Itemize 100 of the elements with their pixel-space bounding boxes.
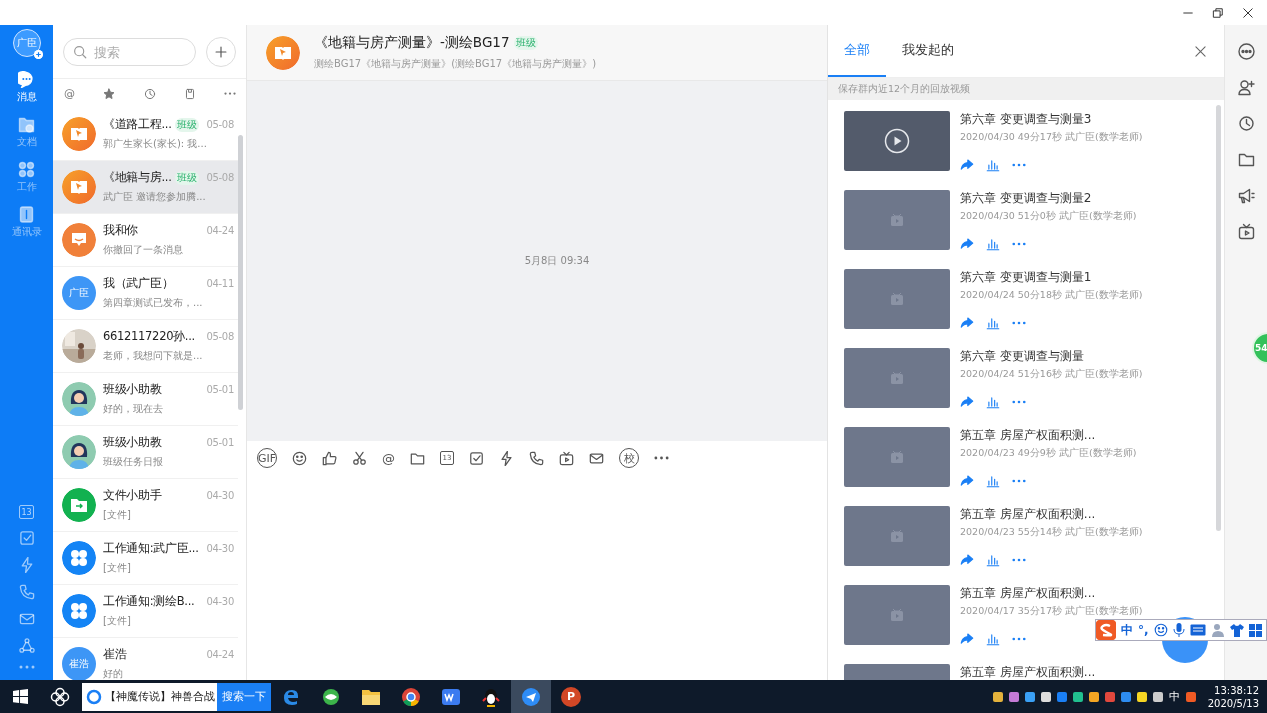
scrollbar[interactable] [238, 135, 243, 410]
chat-item[interactable]: 广臣 我（武广臣） 04-11 第四章测试已发布，... [53, 267, 238, 320]
toolbar-button[interactable] [589, 450, 604, 466]
stats-button[interactable] [986, 395, 1000, 409]
shirt-icon[interactable] [1229, 623, 1244, 637]
toolbar-button[interactable] [499, 450, 514, 466]
tray-icon[interactable] [1136, 691, 1147, 702]
chat-item[interactable]: 工作通知:武广臣... 04-30 [文件] [53, 532, 238, 585]
taskbar-app[interactable] [511, 680, 551, 713]
chat-item[interactable]: 工作通知:测绘B... 04-30 [文件] [53, 585, 238, 638]
stats-button[interactable] [986, 237, 1000, 251]
bar-chart-icon [986, 553, 1000, 567]
stats-button[interactable] [986, 553, 1000, 567]
toolbar-button[interactable] [322, 450, 337, 466]
chat-item[interactable]: 6612117220孙... 05-08 老师，我想问下就是... [53, 320, 238, 373]
side-tool-button[interactable] [1237, 115, 1255, 132]
megaphone-icon [1237, 187, 1255, 204]
toolbar-button[interactable] [529, 450, 544, 466]
message-input[interactable] [247, 475, 827, 680]
chat-time: 04-24 [206, 649, 234, 660]
stats-button[interactable] [986, 474, 1000, 488]
video-thumbnail[interactable] [844, 348, 950, 408]
side-tool-button[interactable] [1237, 79, 1255, 96]
chat-item[interactable]: 班级小助教 05-01 好的，现在去 [53, 373, 238, 426]
close-button[interactable] [1194, 44, 1207, 58]
restore-icon [1212, 6, 1224, 19]
mention-filter[interactable]: @ [64, 87, 75, 100]
grid-icon[interactable] [1248, 623, 1262, 637]
stats-button[interactable] [986, 316, 1000, 330]
nav-tool-button[interactable] [18, 665, 35, 669]
mention-button[interactable]: @ [382, 450, 395, 466]
penguin-icon [482, 686, 500, 707]
keyboard-icon[interactable] [1189, 624, 1206, 636]
side-tool-button[interactable] [1237, 43, 1255, 60]
toolbar-button[interactable] [654, 456, 669, 460]
nav-item[interactable]: 消息 [16, 71, 37, 104]
video-thumbnail[interactable] [844, 190, 950, 250]
stats-button[interactable] [986, 632, 1000, 646]
close-icon [1242, 6, 1254, 19]
microphone-icon[interactable] [1172, 623, 1185, 637]
forward-button[interactable] [960, 316, 974, 330]
search-field[interactable]: 【神魔传说】神兽合战 [82, 682, 217, 711]
toolbar-button[interactable] [292, 450, 307, 466]
video-thumbnail[interactable] [844, 585, 950, 645]
nav-tool-button[interactable] [18, 530, 35, 546]
ime-mode[interactable]: 中 [1121, 621, 1133, 639]
toolbar-button[interactable] [352, 450, 367, 466]
scrollbar[interactable] [1216, 105, 1221, 531]
nav-tool-button[interactable] [18, 638, 35, 654]
tray-icon[interactable] [992, 691, 1003, 702]
forward-button[interactable] [960, 158, 974, 172]
video-meta: 2020/04/24 51分16秒 武广臣(数学老师) [960, 368, 1143, 381]
input-language[interactable]: 中 [1168, 689, 1180, 704]
nav-tool-button[interactable] [18, 611, 35, 627]
forward-button[interactable] [960, 237, 974, 251]
bar-chart-icon [986, 474, 1000, 488]
video-thumbnail[interactable] [844, 506, 950, 566]
side-tool-button[interactable] [1237, 187, 1255, 204]
tray-icon[interactable] [1088, 691, 1099, 702]
video-meta: 2020/04/17 35分17秒 武广臣(数学老师) [960, 605, 1143, 618]
taskbar-app[interactable]: P [551, 680, 591, 713]
toolbar-button[interactable] [469, 450, 484, 466]
chat-item[interactable]: 《地籍与房... 班级 05-08 武广臣 邀请您参加腾... [53, 161, 238, 214]
video-thumbnail[interactable] [844, 269, 950, 329]
toolbar-button[interactable] [410, 450, 425, 466]
tab[interactable]: 我发起的 [886, 25, 970, 77]
address-book-icon [18, 206, 35, 223]
nav-tool-button[interactable] [18, 584, 35, 600]
tray-icon[interactable] [1072, 691, 1083, 702]
forward-button[interactable] [960, 395, 974, 409]
chat-time: 04-30 [206, 543, 234, 554]
video-thumbnail[interactable] [844, 427, 950, 487]
forward-button[interactable] [960, 632, 974, 646]
forward-button[interactable] [960, 474, 974, 488]
tray-icon[interactable] [1152, 691, 1163, 702]
stats-button[interactable] [986, 158, 1000, 172]
forward-button[interactable] [960, 553, 974, 567]
chat-item[interactable]: 我和你 04-24 你撤回了一条消息 [53, 214, 238, 267]
side-tool-button[interactable] [1237, 223, 1255, 240]
video-meta: 2020/04/23 55分14秒 武广臣(数学老师) [960, 526, 1143, 539]
search-field[interactable]: 搜索 [63, 38, 196, 66]
forward-icon [960, 632, 974, 646]
filter-button[interactable] [143, 87, 156, 100]
side-tool-button[interactable] [1237, 151, 1255, 168]
filter-button[interactable] [103, 87, 116, 100]
filter-button[interactable] [224, 92, 236, 95]
tray-icon[interactable] [1024, 691, 1035, 702]
filter-button[interactable] [183, 87, 196, 100]
person-avatar [62, 382, 96, 416]
person-icon[interactable] [1210, 623, 1225, 637]
tray-icon[interactable] [1008, 691, 1019, 702]
avatar: 广臣 [62, 276, 96, 310]
tray-icon[interactable] [1040, 691, 1051, 702]
chat-item[interactable]: 班级小助教 05-01 班级任务日报 [53, 426, 238, 479]
search-button[interactable]: 搜索一下 [217, 682, 271, 711]
chat-item[interactable]: 文件小助手 04-30 [文件] [53, 479, 238, 532]
clock[interactable]: 13:38:12 2020/5/13 [1201, 683, 1259, 710]
ime-punctuation[interactable]: °, [1138, 623, 1149, 637]
video-thumbnail[interactable] [844, 111, 950, 171]
toolbar-button[interactable] [559, 450, 574, 466]
